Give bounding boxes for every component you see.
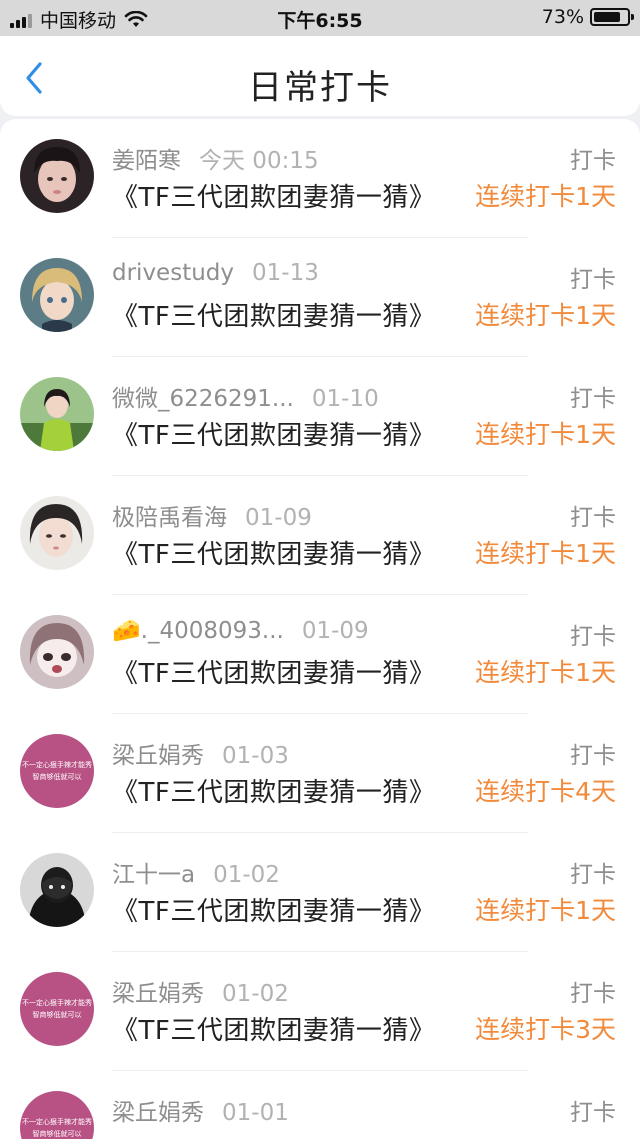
- avatar-text: 智商够低就可以: [33, 1010, 82, 1019]
- page-title: 日常打卡: [248, 68, 392, 108]
- row-author: 梁丘娟秀 01-02: [112, 974, 289, 1008]
- avatar[interactable]: 不一定心狠手辣才能秀 智商够低就可以: [20, 734, 94, 808]
- avatar-text: 不一定心狠手辣才能秀: [22, 760, 92, 769]
- avatar[interactable]: [20, 377, 94, 451]
- checkin-label: 打卡: [570, 743, 616, 769]
- list-item[interactable]: 不一定心狠手辣才能秀 智商够低就可以 梁丘娟秀 01-03 打卡 《TF三代团欺团…: [0, 714, 640, 833]
- post-date: 01-09: [245, 505, 312, 531]
- battery-icon: [590, 8, 634, 26]
- topic-title: 《TF三代团欺团妻猜一猜》: [112, 778, 436, 808]
- avatar-text: 智商够低就可以: [33, 772, 82, 781]
- streak-label: 连续打卡1天: [475, 301, 616, 330]
- list-item[interactable]: 不一定心狠手辣才能秀 智商够低就可以 梁丘娟秀 01-01 打卡: [0, 1071, 640, 1139]
- avatar[interactable]: 不一定心狠手辣才能秀 智商够低就可以: [20, 1091, 94, 1139]
- topic-title: 《TF三代团欺团妻猜一猜》: [112, 183, 436, 213]
- avatar-text: 不一定心狠手辣才能秀: [22, 1117, 92, 1126]
- streak-label: 连续打卡1天: [475, 896, 616, 925]
- list-item[interactable]: 姜陌寒 今天 00:15 打卡 《TF三代团欺团妻猜一猜》 连续打卡1天: [0, 119, 640, 238]
- avatar[interactable]: [20, 615, 94, 689]
- checkin-label: 打卡: [570, 981, 616, 1007]
- checkin-label: 打卡: [570, 862, 616, 888]
- topic-title: 《TF三代团欺团妻猜一猜》: [112, 1016, 436, 1046]
- checkin-list: 姜陌寒 今天 00:15 打卡 《TF三代团欺团妻猜一猜》 连续打卡1天 driv…: [0, 119, 640, 1139]
- checkin-label: 打卡: [570, 267, 616, 293]
- row-author: 姜陌寒 今天 00:15: [112, 141, 319, 175]
- post-date: 01-02: [213, 862, 280, 888]
- checkin-label: 打卡: [570, 1100, 616, 1126]
- streak-label: 连续打卡1天: [475, 539, 616, 568]
- list-item[interactable]: 极陪禹看海 01-09 打卡 《TF三代团欺团妻猜一猜》 连续打卡1天: [0, 476, 640, 595]
- list-item[interactable]: 微微_6226291... 01-10 打卡 《TF三代团欺团妻猜一猜》 连续打卡…: [0, 357, 640, 476]
- list-item[interactable]: drivestudy 01-13 打卡 《TF三代团欺团妻猜一猜》 连续打卡1天: [0, 238, 640, 357]
- topic-title: 《TF三代团欺团妻猜一猜》: [112, 421, 436, 451]
- row-author: 极陪禹看海 01-09: [112, 498, 312, 532]
- avatar[interactable]: [20, 853, 94, 927]
- post-date: 01-13: [252, 260, 319, 286]
- battery-percent: 73%: [541, 6, 584, 28]
- author-name: 江十一a: [112, 862, 196, 888]
- streak-label: 连续打卡1天: [475, 182, 616, 211]
- author-name: 梁丘娟秀: [112, 743, 204, 769]
- post-date: 01-02: [222, 981, 289, 1007]
- post-date: 01-10: [311, 386, 379, 412]
- topic-title: 《TF三代团欺团妻猜一猜》: [112, 897, 436, 927]
- author-name: drivestudy: [112, 260, 234, 286]
- row-author: 梁丘娟秀 01-01: [112, 1093, 289, 1127]
- topic-title: 《TF三代团欺团妻猜一猜》: [112, 302, 436, 332]
- list-item[interactable]: 🧀._4008093... 01-09 打卡 《TF三代团欺团妻猜一猜》 连续打卡…: [0, 595, 640, 714]
- status-right: 73%: [541, 6, 634, 28]
- topic-title: 《TF三代团欺团妻猜一猜》: [112, 659, 436, 689]
- author-name: 极陪禹看海: [112, 505, 227, 531]
- streak-label: 连续打卡3天: [475, 1015, 616, 1044]
- row-author: 江十一a 01-02: [112, 855, 280, 889]
- avatar[interactable]: [20, 258, 94, 332]
- post-date: 今天 00:15: [199, 148, 319, 174]
- row-author: 微微_6226291... 01-10: [112, 379, 379, 413]
- avatar[interactable]: [20, 496, 94, 570]
- list-item[interactable]: 不一定心狠手辣才能秀 智商够低就可以 梁丘娟秀 01-02 打卡 《TF三代团欺团…: [0, 952, 640, 1071]
- streak-label: 连续打卡4天: [475, 777, 616, 806]
- row-author: 🧀._4008093... 01-09: [112, 617, 369, 644]
- avatar[interactable]: 不一定心狠手辣才能秀 智商够低就可以: [20, 972, 94, 1046]
- status-bar: 中国移动 下午6:55 73%: [0, 0, 640, 36]
- author-name: 微微_6226291...: [112, 386, 294, 412]
- checkin-label: 打卡: [570, 148, 616, 174]
- topic-title: 《TF三代团欺团妻猜一猜》: [112, 540, 436, 570]
- streak-label: 连续打卡1天: [475, 420, 616, 449]
- checkin-label: 打卡: [570, 386, 616, 412]
- avatar-text: 智商够低就可以: [33, 1129, 82, 1138]
- author-name: 🧀._4008093...: [112, 618, 284, 644]
- streak-label: 连续打卡1天: [475, 658, 616, 687]
- nav-header: 日常打卡: [0, 36, 640, 116]
- post-date: 01-01: [222, 1100, 289, 1126]
- list-item[interactable]: 江十一a 01-02 打卡 《TF三代团欺团妻猜一猜》 连续打卡1天: [0, 833, 640, 952]
- avatar[interactable]: [20, 139, 94, 213]
- post-date: 01-09: [301, 618, 369, 644]
- author-name: 梁丘娟秀: [112, 981, 204, 1007]
- row-author: 梁丘娟秀 01-03: [112, 736, 289, 770]
- post-date: 01-03: [222, 743, 289, 769]
- author-name: 姜陌寒: [112, 148, 181, 174]
- avatar-text: 不一定心狠手辣才能秀: [22, 998, 92, 1007]
- checkin-label: 打卡: [570, 505, 616, 531]
- row-author: drivestudy 01-13: [112, 260, 319, 286]
- checkin-label: 打卡: [570, 624, 616, 650]
- author-name: 梁丘娟秀: [112, 1100, 204, 1126]
